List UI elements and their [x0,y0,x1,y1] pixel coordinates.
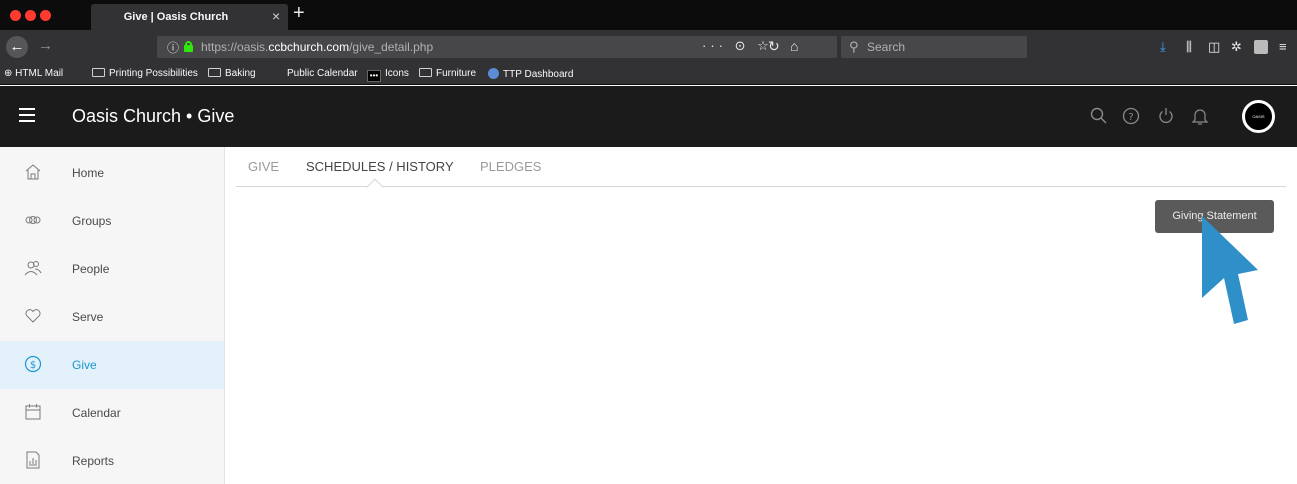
sidebar-item-label: Home [72,166,105,180]
tab-give[interactable]: GIVE [248,159,279,174]
report-icon [26,451,40,469]
extension-icon[interactable]: ✲ [1231,39,1242,55]
home-browser-icon[interactable]: ⌂ [790,38,798,54]
site-info-icon[interactable]: ⓘ [167,39,179,56]
tab-pledges[interactable]: PLEDGES [480,159,541,174]
search-icon[interactable] [1090,107,1107,127]
sidebar-item-home[interactable]: Home [0,149,224,197]
maximize-window-button[interactable] [40,10,51,21]
calendar-icon [25,404,41,420]
sidebar-item-label: Serve [72,310,104,324]
help-icon[interactable]: ? [1122,107,1140,128]
people-icon [24,261,42,276]
bookmark-html-mail[interactable]: ⊕ HTML Mail [4,68,63,79]
address-bar[interactable]: ⓘ https://oasis.ccbchurch.com/give_detai… [157,36,837,58]
forward-button[interactable]: → [38,37,53,54]
bookmark-icons[interactable]: ••• Icons [367,68,409,82]
close-window-button[interactable] [10,10,21,21]
lock-icon[interactable] [184,41,193,52]
sidebar: Home Groups People Serve $ Give Calendar… [0,147,225,484]
sidebar-item-groups[interactable]: Groups [0,197,224,245]
hamburger-menu-icon[interactable] [19,108,35,122]
sidebar-item-label: People [72,262,110,276]
new-tab-button[interactable]: + [293,3,305,23]
sidebar-item-reports[interactable]: Reports [0,437,224,484]
dots-icon: ••• [367,70,381,82]
back-button[interactable]: ← [6,36,28,58]
app-title: Oasis Church • Give [72,106,235,126]
pointer-arrow-icon [1202,216,1258,324]
dollar-circle-icon: $ [24,355,42,373]
globe-icon: ⊕ [4,68,13,79]
sidebar-toggle-icon[interactable]: ◫ [1208,39,1220,55]
extension-square-icon[interactable] [1254,40,1268,54]
tab-schedules-history[interactable]: SCHEDULES / HISTORY [306,159,454,174]
bookmark-printing-possibilities[interactable]: Printing Possibilities [92,68,198,79]
bookmark-baking[interactable]: Baking [208,68,256,79]
active-tab-indicator [366,178,384,196]
close-tab-icon[interactable]: × [272,8,280,24]
bell-icon[interactable] [1191,107,1209,128]
browser-tab-title: Give | Oasis Church [123,11,229,23]
download-icon[interactable]: ⤓ [1160,39,1166,55]
bookmark-furniture[interactable]: Furniture [419,68,476,79]
page-tabs: GIVE SCHEDULES / HISTORY PLEDGES [236,147,1286,196]
menu-icon[interactable]: ≡ [1279,39,1287,54]
search-icon: ⚲ [849,39,859,54]
app-header: Oasis Church • Give ? OASIS [0,86,1297,147]
home-icon [25,164,41,180]
sidebar-item-label: Reports [72,454,115,468]
search-input[interactable]: ⚲ Search [841,36,1027,58]
search-placeholder: Search [867,40,906,54]
sidebar-item-label: Calendar [72,406,121,420]
bookmark-public-calendar[interactable]: Public Calendar [287,68,358,79]
bookmark-ttp-dashboard[interactable]: TTP Dashboard [488,68,573,80]
url-text[interactable]: https://oasis.ccbchurch.com/give_detail.… [201,40,433,54]
heart-icon [25,309,41,323]
folder-icon [419,68,432,77]
avatar[interactable]: OASIS [1242,100,1275,133]
library-icon[interactable]: ⫼ [1186,39,1192,55]
power-icon[interactable] [1158,107,1174,127]
browser-tab[interactable]: Give | Oasis Church × [91,4,288,30]
folder-icon [92,68,105,77]
sidebar-item-calendar[interactable]: Calendar [0,389,224,437]
groups-icon [25,216,41,224]
sidebar-item-people[interactable]: People [0,245,224,293]
svg-text:$: $ [30,360,36,371]
svg-text:?: ? [1128,112,1133,123]
browser-toolbar: ← → ⓘ https://oasis.ccbchurch.com/give_d… [0,30,1297,63]
sidebar-item-serve[interactable]: Serve [0,293,224,341]
browser-tab-bar: Give | Oasis Church × + [0,0,1297,30]
reload-icon[interactable]: ↻ [768,38,780,55]
sidebar-item-give[interactable]: $ Give [0,341,224,389]
page-actions-icon[interactable]: ··· ⊙ ☆ [702,38,773,54]
sidebar-item-label: Give [72,358,97,372]
blue-circle-icon [488,68,499,79]
bookmarks-bar: ⊕ HTML Mail Printing Possibilities Bakin… [0,63,1297,85]
minimize-window-button[interactable] [25,10,36,21]
folder-icon [208,68,221,77]
sidebar-item-label: Groups [72,214,112,228]
